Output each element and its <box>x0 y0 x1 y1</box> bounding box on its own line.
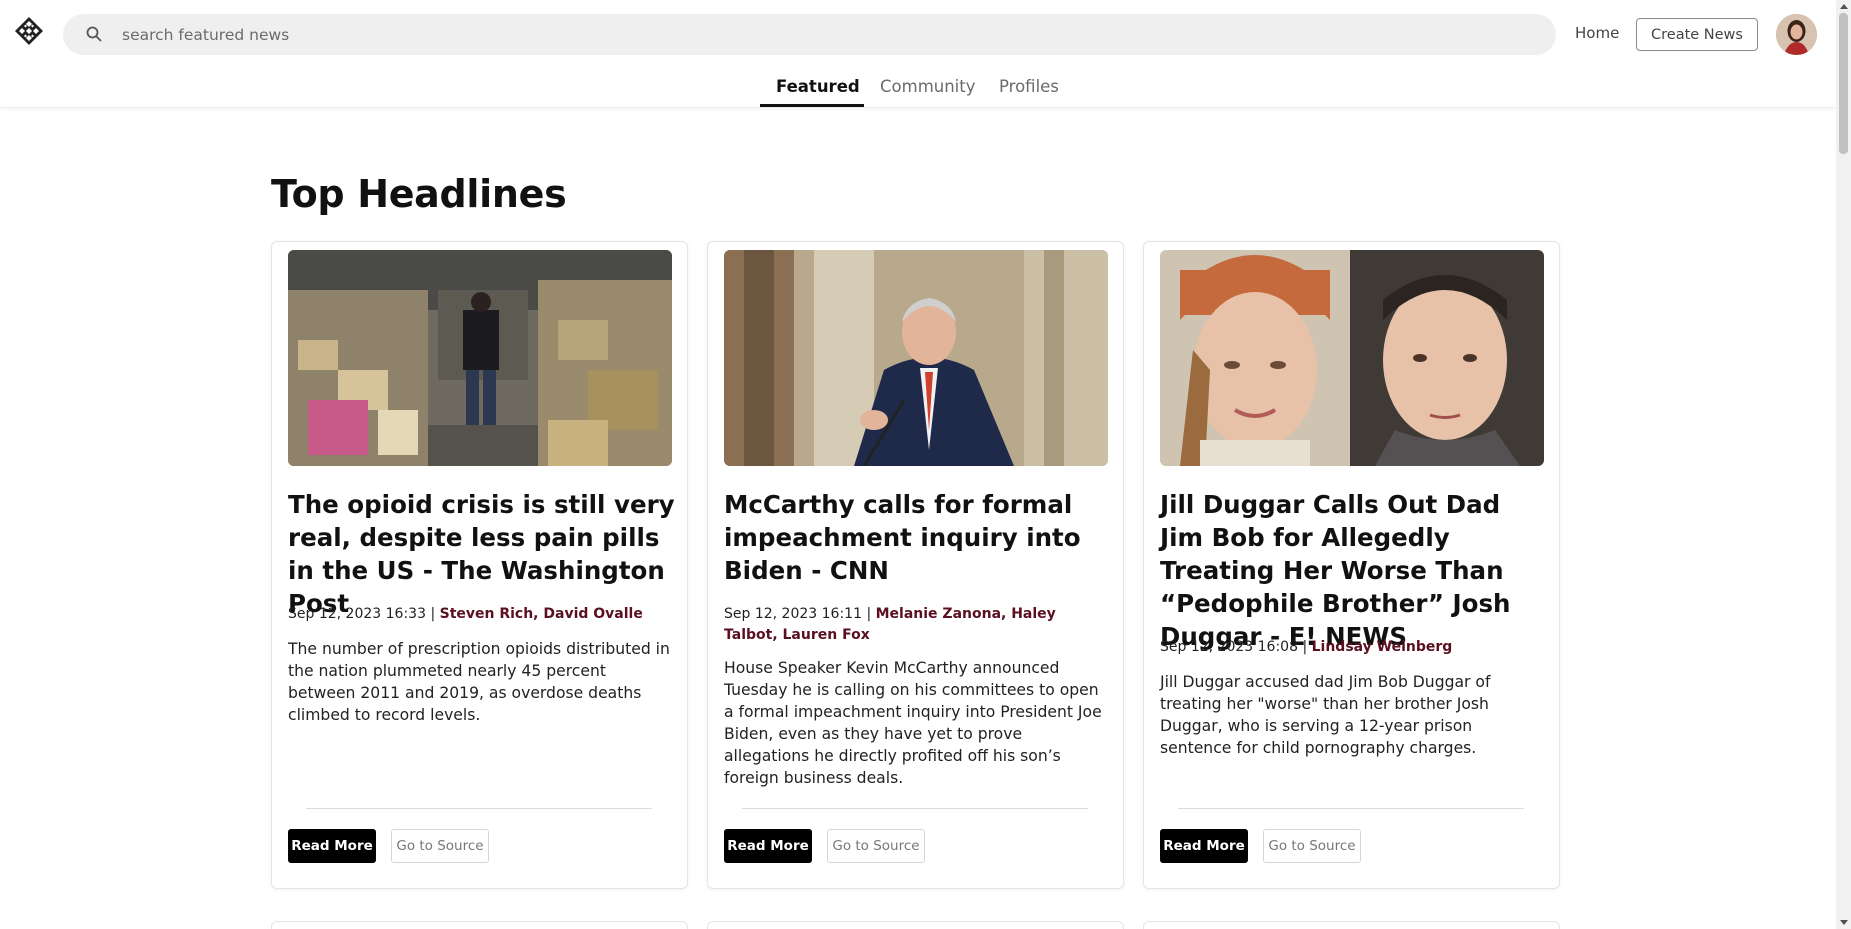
scrollbar-thumb[interactable] <box>1839 13 1848 154</box>
article-title[interactable]: The opioid crisis is still very real, de… <box>288 488 678 620</box>
article-date: Sep 12, 2023 16:11 <box>724 606 862 622</box>
article-card-partial <box>271 921 688 929</box>
tab-bar: Featured Community Profiles <box>0 68 1836 108</box>
article-image[interactable] <box>288 250 672 466</box>
active-tab-indicator <box>760 104 864 107</box>
read-more-button[interactable]: Read More <box>1160 829 1248 863</box>
article-meta: Sep 12, 2023 16:33 | Steven Rich, David … <box>288 604 678 625</box>
article-description: Jill Duggar accused dad Jim Bob Duggar o… <box>1160 673 1491 757</box>
avatar[interactable] <box>1776 14 1817 55</box>
diamond-lattice-logo-icon[interactable] <box>14 16 44 46</box>
search-icon <box>85 25 103 43</box>
meta-separator: | <box>430 606 436 622</box>
article-card-partial <box>707 921 1124 929</box>
create-news-button[interactable]: Create News <box>1636 18 1758 51</box>
article-title[interactable]: McCarthy calls for formal impeachment in… <box>724 488 1114 587</box>
article-image[interactable] <box>724 250 1108 466</box>
card-divider <box>306 808 652 809</box>
card-divider <box>742 808 1088 809</box>
article-description: The number of prescription opioids distr… <box>288 640 670 724</box>
top-bar: Home Create News <box>0 0 1836 68</box>
article-authors[interactable]: Steven Rich, David Ovalle <box>440 606 643 622</box>
go-to-source-button[interactable]: Go to Source <box>391 829 489 863</box>
card-divider <box>1178 808 1524 809</box>
article-card: The opioid crisis is still very real, de… <box>271 241 688 889</box>
page-scrollbar[interactable] <box>1836 0 1851 929</box>
article-date: Sep 12, 2023 16:08 <box>1160 639 1298 655</box>
article-title[interactable]: Jill Duggar Calls Out Dad Jim Bob for Al… <box>1160 488 1550 653</box>
article-card: Jill Duggar Calls Out Dad Jim Bob for Al… <box>1143 241 1560 889</box>
go-to-source-button[interactable]: Go to Source <box>1263 829 1361 863</box>
go-to-source-button[interactable]: Go to Source <box>827 829 925 863</box>
read-more-button[interactable]: Read More <box>288 829 376 863</box>
search-bar[interactable] <box>63 14 1556 55</box>
article-date: Sep 12, 2023 16:33 <box>288 606 426 622</box>
search-input[interactable] <box>122 14 1522 55</box>
tab-community[interactable]: Community <box>880 77 976 96</box>
tab-profiles[interactable]: Profiles <box>999 77 1059 96</box>
article-authors[interactable]: Lindsay Weinberg <box>1312 639 1453 655</box>
section-title: Top Headlines <box>271 172 567 216</box>
scroll-up-arrow-icon[interactable] <box>1840 4 1848 9</box>
tab-featured[interactable]: Featured <box>776 77 860 96</box>
meta-separator: | <box>1302 639 1308 655</box>
article-meta: Sep 12, 2023 16:11 | Melanie Zanona, Hal… <box>724 604 1114 646</box>
article-description: House Speaker Kevin McCarthy announced T… <box>724 659 1102 787</box>
article-card: McCarthy calls for formal impeachment in… <box>707 241 1124 889</box>
meta-separator: | <box>866 606 872 622</box>
read-more-button[interactable]: Read More <box>724 829 812 863</box>
article-card-partial <box>1143 921 1560 929</box>
home-link[interactable]: Home <box>1575 24 1619 42</box>
article-meta: Sep 12, 2023 16:08 | Lindsay Weinberg <box>1160 637 1550 658</box>
article-image[interactable] <box>1160 250 1544 466</box>
scroll-down-arrow-icon[interactable] <box>1840 920 1848 925</box>
